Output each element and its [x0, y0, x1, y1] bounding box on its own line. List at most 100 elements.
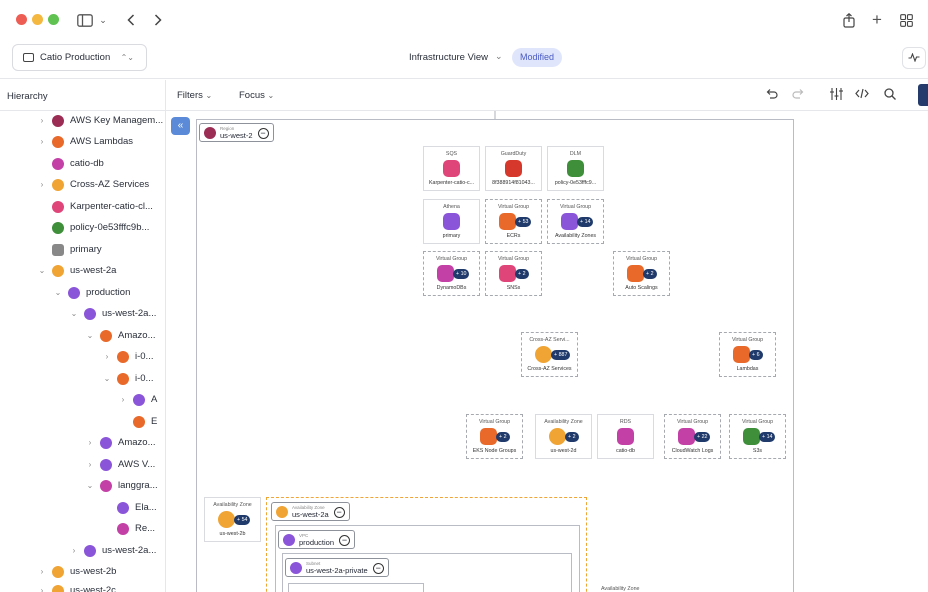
redo-icon[interactable] — [792, 88, 805, 102]
resource-icon — [133, 393, 145, 406]
service-icon — [561, 213, 578, 230]
resource-node[interactable]: Virtual Group + 53 ECRs — [485, 199, 542, 244]
grid-icon[interactable] — [898, 10, 914, 30]
chevron-down-icon[interactable]: ⌄ — [54, 288, 62, 297]
resource-node[interactable]: Virtual Group + 6 Lambdas — [719, 332, 776, 377]
panel-toggle-button[interactable] — [918, 84, 928, 106]
collapse-icon[interactable]: − — [257, 128, 269, 139]
sidebar-toggle-icon[interactable] — [76, 10, 94, 30]
sidebar-tree-item[interactable]: ⌄ i-0... — [103, 368, 153, 389]
resource-node[interactable]: RDS catio-db — [597, 414, 654, 459]
subnet-label[interactable]: Subnet us-west-2a-private − — [285, 558, 389, 577]
resource-node[interactable]: Virtual Group + 14 Availability Zones — [547, 199, 604, 244]
sidebar-tree-item[interactable]: › Amazo... — [86, 432, 156, 453]
resource-node[interactable]: Availability Zone + 54 us-west-2b — [204, 497, 261, 542]
chevron-right-icon[interactable]: › — [38, 567, 46, 576]
sidebar-tree-item[interactable]: primary — [38, 239, 102, 260]
sliders-icon[interactable] — [830, 88, 843, 103]
back-icon[interactable] — [124, 10, 138, 30]
chevron-right-icon[interactable]: › — [86, 460, 94, 469]
sidebar-tree-item[interactable]: ⌄ langgra... — [86, 475, 158, 496]
sidebar-tree-item[interactable]: catio-db — [38, 153, 104, 174]
chevron-down-icon[interactable]: ⌄ — [70, 309, 78, 318]
resource-icon — [52, 178, 64, 191]
service-icon — [437, 265, 454, 282]
minimize-window-button[interactable] — [32, 14, 43, 25]
filters-button[interactable]: Filters ⌄ — [177, 90, 212, 101]
chevron-right-icon[interactable]: › — [38, 586, 46, 592]
resource-node[interactable]: Virtual Group + 14 S3s — [729, 414, 786, 459]
resource-node[interactable]: Virtual Group + 2 Auto Scalings — [613, 251, 670, 296]
region-label[interactable]: Region us-west-2 − — [199, 123, 274, 142]
chevron-right-icon[interactable]: › — [38, 137, 46, 146]
undo-icon[interactable] — [765, 88, 778, 102]
sidebar-tree-item[interactable]: › us-west-2c — [38, 580, 116, 592]
sidebar-tree-item[interactable]: Ela... — [103, 497, 157, 518]
maximize-window-button[interactable] — [48, 14, 59, 25]
collapse-sidebar-button[interactable]: « — [171, 117, 190, 135]
chevron-down-icon[interactable]: ⌄ — [495, 51, 503, 62]
resource-node[interactable]: Virtual Group + 10 DynamoDBs — [423, 251, 480, 296]
sidebar-tree-item[interactable]: Re... — [103, 518, 155, 539]
sidebar-tree-item[interactable]: E — [119, 411, 157, 432]
chevron-right-icon[interactable]: › — [119, 395, 127, 404]
sidebar-tree-item[interactable]: › us-west-2a... — [70, 540, 156, 561]
resource-node[interactable]: DLM policy-0e53fffc9... — [547, 146, 604, 191]
chevron-down-icon[interactable]: ⌄ — [86, 481, 94, 490]
resource-node[interactable]: Cross-AZ Servi... + 887 Cross-AZ Services — [521, 332, 578, 377]
chevron-right-icon[interactable]: › — [86, 438, 94, 447]
tree-item-label: primary — [70, 244, 102, 255]
sidebar-tree-item[interactable]: Karpenter-catio-cl... — [38, 196, 153, 217]
collapse-icon[interactable]: − — [333, 507, 345, 518]
sidebar-tree-item[interactable]: › AWS Lambdas — [38, 131, 133, 152]
sidebar-tree-item[interactable]: › A — [119, 389, 157, 410]
chevron-down-icon[interactable]: ⌄ — [86, 331, 94, 340]
resource-node[interactable]: GuardDuty 8f388914f81043... — [485, 146, 542, 191]
sidebar-tree-item[interactable]: › i-0... — [103, 346, 153, 367]
resource-icon — [52, 200, 64, 213]
forward-icon[interactable] — [151, 10, 165, 30]
workspace-select[interactable]: Catio Production ⌃⌄ — [12, 44, 147, 71]
close-window-button[interactable] — [16, 14, 27, 25]
tree-item-label: us-west-2c — [70, 585, 116, 592]
collapse-icon[interactable]: − — [339, 535, 351, 546]
chevron-down-icon[interactable]: ⌄ — [103, 374, 111, 383]
service-icon — [505, 160, 522, 177]
vpc-label[interactable]: VPC production − — [278, 530, 356, 549]
infrastructure-canvas[interactable]: « Region us-west-2 − SQS Karpenter-catio-… — [166, 111, 928, 592]
resource-node[interactable]: Athena primary — [423, 199, 480, 244]
collapse-icon[interactable]: − — [372, 563, 384, 574]
plus-icon[interactable]: + — [870, 10, 884, 30]
resource-node[interactable]: Virtual Group + 22 CloudWatch Logs — [664, 414, 721, 459]
az-label[interactable]: Availability Zone us-west-2a − — [271, 502, 350, 521]
az-name: us-west-2a — [292, 509, 329, 519]
sidebar-tree-item[interactable]: policy-0e53fffc9b... — [38, 217, 149, 238]
code-icon[interactable] — [855, 88, 869, 102]
resource-node[interactable]: SQS Karpenter-catio-c... — [423, 146, 480, 191]
tree-item-label: AWS V... — [118, 459, 156, 470]
sidebar-tree-item[interactable]: ⌄ Amazo... — [86, 325, 156, 346]
focus-button[interactable]: Focus ⌄ — [239, 90, 274, 101]
share-icon[interactable] — [842, 10, 856, 30]
sidebar-tree-item[interactable]: › Cross-AZ Services — [38, 174, 149, 195]
sidebar-tree-item[interactable]: › us-west-2b — [38, 561, 116, 582]
sidebar-tree-item[interactable]: ⌄ us-west-2a... — [70, 303, 156, 324]
sidebar-tree-item[interactable]: › AWS V... — [86, 454, 155, 475]
chevron-down-icon[interactable]: ⌄ — [38, 266, 46, 275]
node-label: EKS Node Groups — [472, 448, 517, 454]
resource-node[interactable]: Virtual Group + 2 EKS Node Groups — [466, 414, 523, 459]
search-icon[interactable] — [884, 88, 896, 103]
chevron-right-icon[interactable]: › — [103, 352, 111, 361]
sidebar-tree-item[interactable]: ⌄ production — [54, 282, 130, 303]
resource-node[interactable]: Virtual Group + 2 SNSs — [485, 251, 542, 296]
chevron-down-icon[interactable]: ⌄ — [98, 10, 108, 30]
count-badge: + 887 — [551, 350, 571, 360]
resource-node[interactable]: Availability Zone + 2 us-west-2d — [535, 414, 592, 459]
chevron-right-icon[interactable]: › — [38, 180, 46, 189]
activity-button[interactable] — [902, 47, 926, 69]
chevron-right-icon[interactable]: › — [70, 546, 78, 555]
chevron-right-icon[interactable]: › — [38, 116, 46, 125]
sidebar-tree-item[interactable]: › AWS Key Managem... — [38, 110, 163, 131]
sidebar-tree-item[interactable]: ⌄ us-west-2a — [38, 260, 116, 281]
view-selector[interactable]: Infrastructure View — [409, 52, 488, 63]
